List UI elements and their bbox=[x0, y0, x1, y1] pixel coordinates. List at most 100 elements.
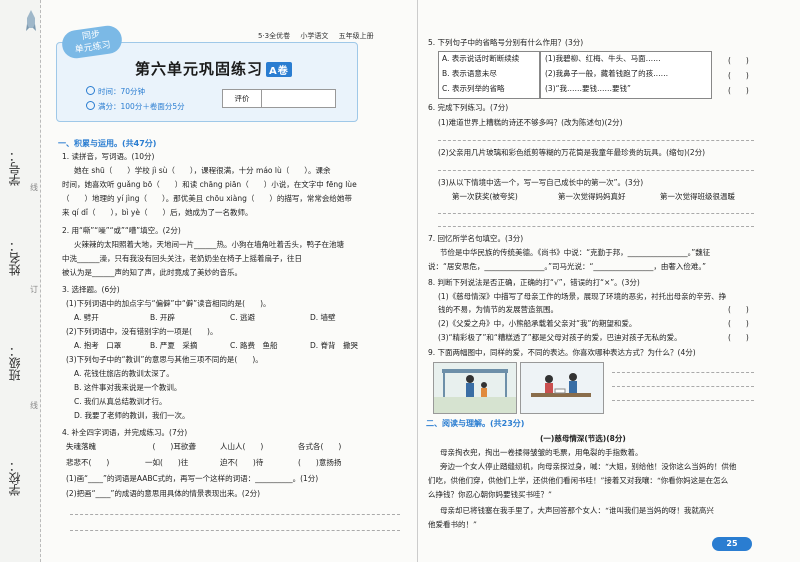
q4-word: ( )耳欲聋 bbox=[130, 442, 196, 451]
q4-word: 迫不( )待 bbox=[220, 458, 264, 467]
question-1: 1. 读拼音，写词语。(10分) bbox=[62, 152, 155, 161]
evaluation-label: 评价 bbox=[223, 90, 262, 107]
gutter-line-mark-2: 线 bbox=[30, 401, 38, 410]
q2-line: 被认为是______声的知了声，此时竟成了美妙的音乐。 bbox=[62, 268, 242, 277]
q7-line: 节俭是中华民族的传统美德。《尚书》中说：“克勤于邦，______________… bbox=[440, 248, 711, 257]
q2-line: 中洗______澡，只有我没有回头关注，老奶奶坐在椅子上摇着扇子，往日 bbox=[62, 254, 302, 263]
check-icon bbox=[86, 101, 95, 110]
q1-line: （ ）地理的 yí jìng（ ）。那优美且 chōu xiàng（ ）的描写，… bbox=[62, 194, 352, 203]
time-info: 时间：70分钟 bbox=[86, 86, 145, 97]
q6-part: (3)从以下情境中选一个，写一写自己成长中的第一次”。(3分) bbox=[438, 178, 644, 187]
passage-text: 母亲掏衣兜，掏出一卷揉得皱皱的毛票，用龟裂的手指数着。 bbox=[440, 448, 643, 457]
passage-text: 他爱看书的！” bbox=[428, 520, 477, 529]
page-title: 第六单元巩固练习 A卷 bbox=[135, 58, 292, 79]
q5-option: A. 表示说话时断断续续 bbox=[442, 54, 520, 63]
gutter-school-label: 学校： bbox=[8, 460, 22, 496]
picture-walking bbox=[433, 362, 517, 414]
workbook-spread: 学号： 姓名： 班级： 学校： 线 订 线 5·3全优卷 小学语文 五年级上册 … bbox=[0, 0, 800, 562]
q3-option[interactable]: A. 劈开 bbox=[74, 313, 99, 323]
q7-line: 说：“居安思危，________________。”司马光说：“________… bbox=[428, 262, 707, 271]
q8-statement: 钱的不易，为情节的发展营造氛围。 bbox=[438, 305, 558, 314]
binding-gutter: 学号： 姓名： 班级： 学校： 线 订 线 bbox=[0, 0, 41, 562]
q8-paren[interactable]: ( ) bbox=[728, 319, 749, 329]
q3-option[interactable]: D. 我要了老师的教训，我们一次。 bbox=[74, 411, 190, 421]
q3-option[interactable]: B. 这件事对我来说是一个教训。 bbox=[74, 383, 181, 393]
q3-option[interactable]: A. 抱考 口罩 bbox=[74, 341, 121, 351]
q4-word: ( )意扬扬 bbox=[298, 458, 342, 467]
score-info: 满分：100分＋卷面分5分 bbox=[86, 101, 185, 112]
passage-title: (一)慈母情深(节选)(8分) bbox=[540, 434, 626, 443]
father-child-walking-illustration bbox=[434, 369, 516, 413]
page-divider bbox=[417, 0, 418, 562]
gutter-line-mark: 线 bbox=[30, 183, 38, 192]
q1-line: 来 qí dǐ（ ），bì yè（ ）后，她成为了一名教师。 bbox=[62, 208, 253, 217]
q3-option[interactable]: A. 花钱住旅店的教训太深了。 bbox=[74, 369, 174, 379]
q6-option: 第一次获奖(被夸奖) bbox=[452, 192, 518, 201]
q4-word: 各式各( ) bbox=[298, 442, 342, 451]
q5-paren[interactable]: ( ) bbox=[728, 71, 749, 81]
gutter-name-label: 姓名： bbox=[8, 240, 22, 276]
q6-option: 第一次觉得班级很温暖 bbox=[660, 192, 735, 201]
q5-sentence: (3)“我……要钱……要钱” bbox=[545, 84, 631, 93]
question-6: 6. 完成下列练习。(7分) bbox=[428, 103, 509, 112]
q3-option[interactable]: B. 严夏 采摘 bbox=[150, 341, 197, 351]
answer-line[interactable] bbox=[70, 530, 400, 531]
evaluation-box[interactable]: 评价 bbox=[222, 89, 336, 108]
q3-option[interactable]: D. 墙壁 bbox=[310, 313, 336, 323]
answer-line[interactable] bbox=[612, 386, 754, 387]
q4-sub: (2)把画“____”的成语的意思用具体的情景表现出来。(2分) bbox=[66, 489, 261, 498]
series-header: 5·3全优卷 小学语文 五年级上册 bbox=[258, 31, 382, 41]
question-4: 4. 补全四字词语，并完成练习。(7分) bbox=[62, 428, 188, 437]
q3-option[interactable]: C. 我们从真总结教训才行。 bbox=[74, 397, 167, 407]
q2-line: 火辣辣的太阳照着大地，天地间一片______热。小狗在墙角吐着舌头，鸭子在池塘 bbox=[74, 240, 344, 249]
q1-line: 她在 shū（ ）学校 jì sù（ ），课程很满，十分 máo lù（ ）。课… bbox=[74, 166, 331, 175]
q4-sub: (1)画“____”的词语是AABC式的，再写一个这样的词语：_________… bbox=[66, 474, 319, 483]
q4-word: 失魂落魄 bbox=[66, 442, 96, 451]
series-tag: 5·3全优卷 bbox=[258, 32, 291, 40]
q8-paren[interactable]: ( ) bbox=[728, 333, 749, 343]
q6-option: 第一次觉得妈妈真好 bbox=[558, 192, 626, 201]
q3-option[interactable]: C. 逃避 bbox=[230, 313, 255, 323]
q4-word: 人山人( ) bbox=[220, 442, 264, 451]
q5-option: B. 表示语意未尽 bbox=[442, 69, 497, 78]
q5-sentence: (2)我鼻子一般，藏着钱跑了的孩…… bbox=[545, 69, 669, 78]
q5-paren[interactable]: ( ) bbox=[728, 86, 749, 96]
answer-line[interactable] bbox=[612, 400, 754, 401]
question-5: 5. 下列句子中的省略号分别有什么作用？(3分) bbox=[428, 38, 584, 47]
answer-line[interactable] bbox=[438, 140, 754, 141]
q4-word: 一如( )往 bbox=[145, 458, 189, 467]
answer-line[interactable] bbox=[438, 170, 754, 171]
answer-line[interactable] bbox=[70, 514, 400, 515]
rocket-icon bbox=[26, 10, 36, 31]
mother-child-study-illustration bbox=[521, 363, 603, 413]
q3-option[interactable]: B. 开辟 bbox=[150, 313, 175, 323]
answer-line[interactable] bbox=[438, 226, 754, 227]
question-7: 7. 回忆所学名句填空。(3分) bbox=[428, 234, 524, 243]
question-3: 3. 选择题。(6分) bbox=[62, 285, 120, 294]
q8-statement: (2)《父爱之舟》中，小熊船承载着父亲对“我”的期望和爱。 bbox=[438, 319, 637, 328]
q3-part: (1)下列词语中的加点字与“偏僻”中“僻”读音相同的是( )。 bbox=[66, 299, 271, 308]
question-2: 2. 用“嘶”“噪”“或”“嘈”填空。(2分) bbox=[62, 226, 181, 235]
passage-text: 么挣钱？你忍心朝你妈要钱买书哇？” bbox=[428, 490, 552, 499]
passage-text: 旁边一个女人停止踏缝纫机，向母亲探过身，喊：“大姐，别给他！没你这么当妈的！供他 bbox=[440, 462, 737, 471]
passage-text: 们吃，供他们穿，供他们上学，还供他们看闲书哇！”接着又对我嚷：“你看你妈这是在怎… bbox=[428, 476, 729, 485]
q5-sentence: (1)我碧柳、红梅、牛头、马面…… bbox=[545, 54, 661, 63]
section-heading: 一、积累与运用。(共47分) bbox=[58, 139, 157, 148]
q5-option: C. 表示列举的省略 bbox=[442, 84, 505, 93]
grade-tag: 五年级上册 bbox=[338, 32, 374, 40]
page-number: 25 bbox=[712, 537, 752, 551]
section-heading: 二、阅读与理解。(共23分) bbox=[426, 419, 525, 428]
q8-paren[interactable]: ( ) bbox=[728, 305, 749, 315]
q4-word: 悲悲不( ) bbox=[66, 458, 110, 467]
question-9: 9. 下面两幅图中，同样的爱，不同的表达。你喜欢哪种表达方式？为什么？(4分) bbox=[428, 348, 696, 357]
answer-line[interactable] bbox=[438, 213, 754, 214]
passage-text: 母亲却已将钱塞在我手里了，大声回答那个女人：“谁叫我们是当妈的呀！我就高兴 bbox=[440, 506, 714, 515]
clock-icon bbox=[86, 86, 95, 95]
q6-part: (2)父亲用几片玻璃和彩色纸剪等糊的万花筒是我童年最珍贵的玩具。(缩句)(2分) bbox=[438, 148, 706, 157]
subject-tag: 小学语文 bbox=[300, 32, 329, 40]
q3-option[interactable]: D. 脊背 撒哭 bbox=[310, 341, 358, 351]
q8-statement: (3)“精彩极了”和“糟糕透了”都是父母对孩子的爱，巴迪对孩子无私的爱。 bbox=[438, 333, 682, 342]
q3-option[interactable]: C. 路费 鱼船 bbox=[230, 341, 278, 351]
q5-paren[interactable]: ( ) bbox=[728, 56, 749, 66]
answer-line[interactable] bbox=[612, 372, 754, 373]
